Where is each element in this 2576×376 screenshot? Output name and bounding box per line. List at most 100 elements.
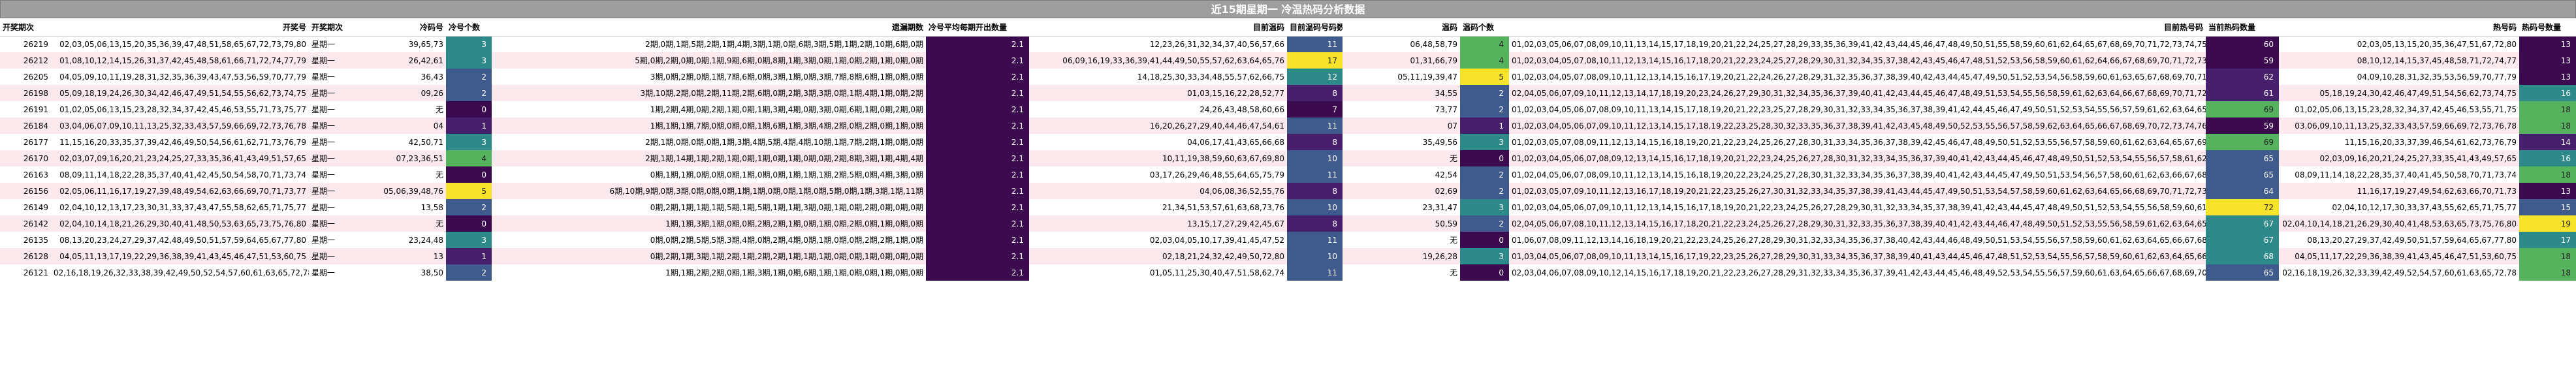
cell-miss: 3期,0期,2期,0期,1期,7期,6期,0期,3期,1期,0期,3期,7期,8… <box>492 69 926 85</box>
cell-issue: 26212 <box>0 52 51 69</box>
cell-hot: 04,09,10,28,31,32,35,53,56,59,70,77,79 <box>2279 69 2519 85</box>
cell-cold: 07,23,36,51 <box>374 150 446 166</box>
cell-hot: 05,18,19,24,30,42,46,47,49,51,54,56,62,7… <box>2279 85 2519 101</box>
cell-hot-current-count: 61 <box>2206 85 2279 101</box>
header-hot[interactable]: 热号码 <box>2279 18 2519 37</box>
cell-winning: 04,05,09,10,11,19,28,31,32,35,36,39,43,4… <box>51 69 309 85</box>
cell-cold-count: 0 <box>446 166 492 183</box>
cell-cold-count: 2 <box>446 85 492 101</box>
cell-avg: 2.1 <box>926 199 1029 215</box>
header-weekday[interactable]: 开奖期次 <box>309 18 374 37</box>
cell-weekday: 星期一 <box>309 52 374 69</box>
header-hot-count[interactable]: 热码号数量 <box>2519 18 2576 37</box>
header-warm[interactable]: 温码 <box>1343 18 1460 37</box>
cell-winning: 02,05,06,11,16,17,19,27,39,48,49,54,62,6… <box>51 183 309 199</box>
cell-weekday: 星期一 <box>309 232 374 248</box>
header-hot-current-count[interactable]: 当前热码数量 <box>2206 18 2279 37</box>
cell-cold: 42,50,71 <box>374 134 446 150</box>
table-row[interactable]: 26142 02,04,10,14,18,21,26,29,30,40,41,48… <box>0 215 2576 232</box>
cell-hot: 02,16,18,19,26,32,33,39,42,49,52,54,57,6… <box>2279 264 2519 281</box>
cell-warm-count: 3 <box>1460 134 1509 150</box>
cell-hot-current-count: 72 <box>2206 199 2279 215</box>
cell-miss: 1期,1期,2期,2期,0期,1期,3期,1期,0期,6期,1期,1期,0期,0… <box>492 264 926 281</box>
cell-miss: 0期,0期,2期,5期,5期,3期,4期,0期,2期,4期,0期,1期,0期,0… <box>492 232 926 248</box>
cell-winning: 02,04,10,14,18,21,26,29,30,40,41,48,50,5… <box>51 215 309 232</box>
header-warm-count[interactable]: 温码个数 <box>1460 18 1509 37</box>
table-row[interactable]: 26205 04,05,09,10,11,19,28,31,32,35,36,39… <box>0 69 2576 85</box>
cell-cold: 39,65,73 <box>374 36 446 52</box>
cell-warm-count: 2 <box>1460 85 1509 101</box>
cell-cold-count: 2 <box>446 264 492 281</box>
cell-hot-count: 15 <box>2519 199 2576 215</box>
cell-cold: 23,24,48 <box>374 232 446 248</box>
cell-hot-count: 13 <box>2519 69 2576 85</box>
table-row[interactable]: 26198 05,09,18,19,24,26,30,34,42,46,47,49… <box>0 85 2576 101</box>
header-miss[interactable]: 遗漏期数 <box>492 18 926 37</box>
cell-hot-current: 01,02,04,05,06,07,08,09,10,11,12,13,14,1… <box>1509 166 2206 183</box>
cell-hot-count: 14 <box>2519 134 2576 150</box>
table-row[interactable]: 26121 02,16,18,19,26,32,33,38,39,42,49,50… <box>0 264 2576 281</box>
table-row[interactable]: 26163 08,09,11,14,18,22,28,35,37,40,41,42… <box>0 166 2576 183</box>
table-row[interactable]: 26184 03,04,06,07,09,10,11,13,25,32,33,43… <box>0 118 2576 134</box>
header-avg[interactable]: 冷号平均每期开出数量 <box>926 18 1029 37</box>
cell-warm-count: 2 <box>1460 183 1509 199</box>
cell-warm-count: 1 <box>1460 118 1509 134</box>
cell-hot-count: 17 <box>2519 232 2576 248</box>
table-row[interactable]: 26191 01,02,05,06,13,15,23,28,32,34,37,42… <box>0 101 2576 118</box>
cell-miss: 0期,2期,1期,3期,1期,2期,1期,2期,2期,1期,1期,1期,0期,0… <box>492 248 926 264</box>
cell-weekday: 星期一 <box>309 85 374 101</box>
report-container: 近15期星期一 冷温热码分析数据 开奖期次 开奖号 开奖期次 冷码号 冷号个数 … <box>0 0 2576 281</box>
table-row[interactable]: 26177 11,15,16,20,33,35,37,39,42,46,49,50… <box>0 134 2576 150</box>
table-row[interactable]: 26135 08,13,20,23,24,27,29,37,42,48,49,50… <box>0 232 2576 248</box>
cell-target: 02,03,04,05,10,17,39,41,45,47,52 <box>1029 232 1287 248</box>
table-row[interactable]: 26219 02,03,05,06,13,15,20,35,36,39,47,48… <box>0 36 2576 52</box>
header-issue[interactable]: 开奖期次 <box>0 18 51 37</box>
header-target[interactable]: 目前温码 <box>1029 18 1287 37</box>
cell-issue: 26170 <box>0 150 51 166</box>
cell-cold-count: 2 <box>446 69 492 85</box>
cell-miss: 1期,2期,4期,0期,2期,1期,0期,1期,3期,4期,0期,3期,0期,6… <box>492 101 926 118</box>
cell-weekday: 星期一 <box>309 264 374 281</box>
cell-target: 02,18,21,24,32,42,49,50,72,80 <box>1029 248 1287 264</box>
cell-hot-count: 16 <box>2519 150 2576 166</box>
cell-cold: 13 <box>374 248 446 264</box>
cell-issue: 26184 <box>0 118 51 134</box>
cell-avg: 2.1 <box>926 215 1029 232</box>
table-header-row: 开奖期次 开奖号 开奖期次 冷码号 冷号个数 遗漏期数 冷号平均每期开出数量 目… <box>0 18 2576 37</box>
table-row[interactable]: 26156 02,05,06,11,16,17,19,27,39,48,49,54… <box>0 183 2576 199</box>
cell-issue: 26163 <box>0 166 51 183</box>
cell-hot-count: 18 <box>2519 118 2576 134</box>
table-row[interactable]: 26149 02,04,10,12,13,17,23,30,31,33,37,43… <box>0 199 2576 215</box>
cell-cold-count: 1 <box>446 248 492 264</box>
cell-issue: 26191 <box>0 101 51 118</box>
header-winning[interactable]: 开奖号 <box>51 18 309 37</box>
cell-warm-count: 3 <box>1460 199 1509 215</box>
cell-warm-count: 3 <box>1460 248 1509 264</box>
header-cold-count[interactable]: 冷号个数 <box>446 18 492 37</box>
header-hot-current[interactable]: 目前热号码 <box>1509 18 2206 37</box>
cell-winning: 02,03,05,06,13,15,20,35,36,39,47,48,51,5… <box>51 36 309 52</box>
table-row[interactable]: 26128 04,05,11,13,17,19,22,29,36,38,39,41… <box>0 248 2576 264</box>
table-row[interactable]: 26170 02,03,07,09,16,20,21,23,24,25,27,33… <box>0 150 2576 166</box>
header-cold[interactable]: 冷码号 <box>374 18 446 37</box>
header-target-count[interactable]: 目前温码号码数量 <box>1287 18 1343 37</box>
cell-target: 13,15,17,27,29,42,45,67 <box>1029 215 1287 232</box>
cell-avg: 2.1 <box>926 52 1029 69</box>
cell-winning: 02,04,10,12,13,17,23,30,31,33,37,43,47,5… <box>51 199 309 215</box>
cell-cold-count: 3 <box>446 52 492 69</box>
cell-hot: 11,15,16,20,33,37,39,46,54,61,62,73,76,7… <box>2279 134 2519 150</box>
cell-cold-count: 4 <box>446 150 492 166</box>
cell-warm: 35,49,56 <box>1343 134 1460 150</box>
cell-cold-count: 0 <box>446 101 492 118</box>
cell-warm-count: 0 <box>1460 150 1509 166</box>
cell-hot-current: 02,04,05,06,07,09,10,11,12,13,14,17,18,1… <box>1509 85 2206 101</box>
cell-avg: 2.1 <box>926 150 1029 166</box>
table-row[interactable]: 26212 01,08,10,12,14,15,26,31,37,42,45,48… <box>0 52 2576 69</box>
cell-cold-count: 0 <box>446 215 492 232</box>
cell-weekday: 星期一 <box>309 101 374 118</box>
cell-avg: 2.1 <box>926 85 1029 101</box>
cell-winning: 04,05,11,13,17,19,22,29,36,38,39,41,43,4… <box>51 248 309 264</box>
cell-cold-count: 3 <box>446 36 492 52</box>
cell-hot-current: 01,02,03,04,05,06,07,09,10,11,12,13,14,1… <box>1509 199 2206 215</box>
cell-winning: 02,16,18,19,26,32,33,38,39,42,49,50,52,5… <box>51 264 309 281</box>
